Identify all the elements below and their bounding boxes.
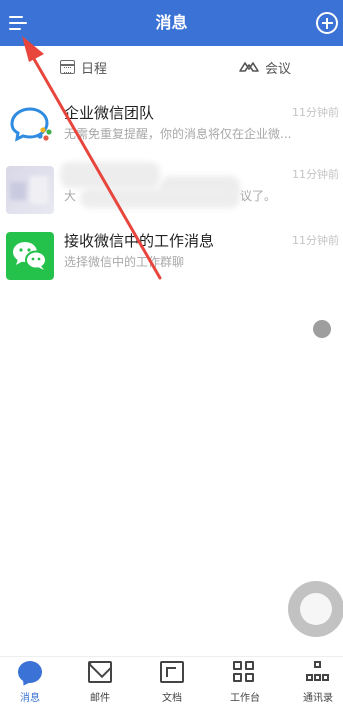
document-icon [160,661,184,683]
nav-contacts[interactable]: 通讯录 [288,661,343,708]
nav-mail[interactable]: 邮件 [70,661,130,708]
nav-label: 消息 [20,693,40,704]
nav-label: 工作台 [230,693,260,704]
nav-workbench[interactable]: 工作台 [215,661,275,708]
nav-label: 邮件 [90,693,110,704]
bottom-nav: 消息 邮件 文档 工作台 通讯录 [0,656,343,708]
assistive-touch-button[interactable] [288,581,343,637]
nav-messages[interactable]: 消息 [0,661,60,708]
nav-label: 通讯录 [303,693,333,704]
grid-icon [233,661,257,683]
nav-label: 文档 [162,693,182,704]
contacts-icon [306,661,330,683]
chat-icon [18,661,42,683]
mail-icon [88,661,112,683]
nav-docs[interactable]: 文档 [142,661,202,708]
